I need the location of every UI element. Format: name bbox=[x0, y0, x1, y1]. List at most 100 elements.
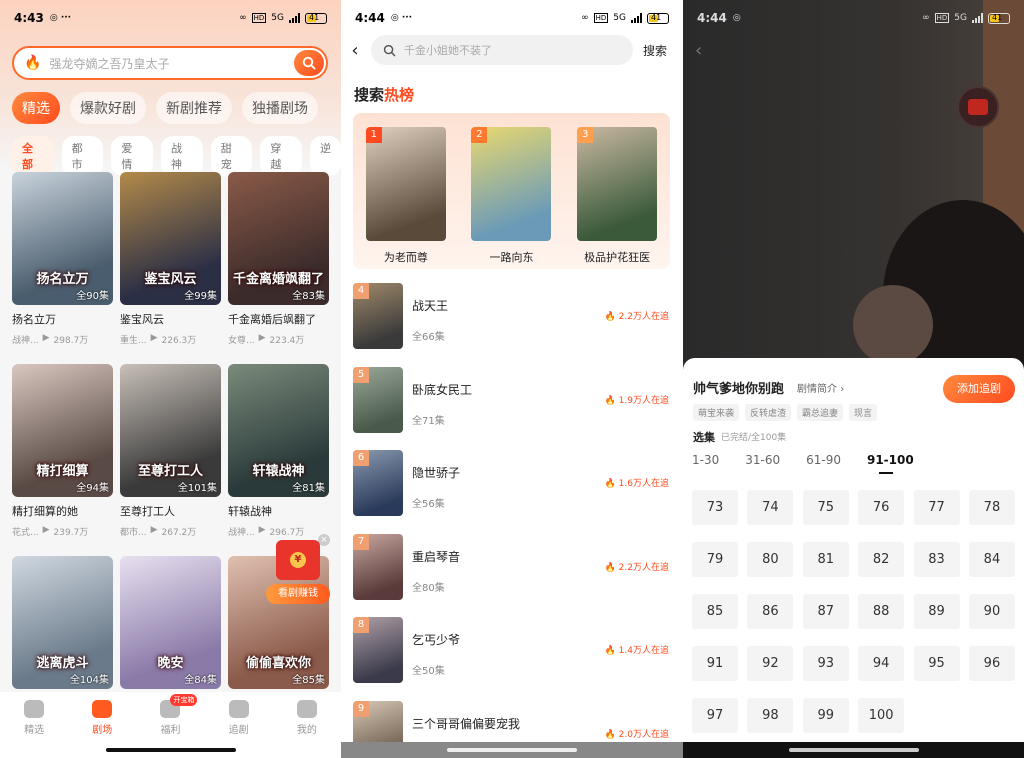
tab-0[interactable]: 精选 bbox=[12, 92, 60, 124]
back-icon[interactable]: ‹ bbox=[695, 40, 702, 61]
drama-poster[interactable]: 千金离婚飒翻了 全83集 bbox=[228, 172, 329, 305]
list-item[interactable]: 4 战天王 全66集 🔥 2.2万人在追 bbox=[353, 283, 671, 367]
battery-level: 41 bbox=[651, 12, 662, 22]
list-item[interactable]: 8 乞丐少爷 全50集 🔥 1.4万人在追 bbox=[353, 617, 671, 701]
top3-ranking: 1 为老而尊 2 一路向东 3 极品护花狂医 bbox=[353, 113, 670, 269]
search-submit-button[interactable]: 搜索 bbox=[643, 42, 667, 59]
episode-button[interactable]: 86 bbox=[747, 594, 794, 629]
drama-poster[interactable]: 6 bbox=[353, 450, 403, 516]
episode-button[interactable]: 82 bbox=[858, 542, 905, 577]
flame-icon: 🔥 bbox=[24, 55, 42, 71]
list-item[interactable]: 7 重启琴音 全80集 🔥 2.2万人在追 bbox=[353, 533, 671, 618]
episode-button[interactable]: 97 bbox=[692, 698, 738, 733]
episode-button[interactable]: 99 bbox=[802, 698, 849, 733]
list-item[interactable]: 6 隐世骄子 全56集 🔥 1.6万人在追 bbox=[353, 450, 671, 534]
tab-1[interactable]: 爆款好剧 bbox=[70, 92, 146, 124]
drama-card[interactable]: 千金离婚飒翻了 全83集千金离婚后飒翻了 女尊... ▶ 223.4万 bbox=[228, 172, 329, 354]
hd-icon: HD bbox=[251, 13, 267, 23]
rank-badge: 6 bbox=[353, 450, 369, 466]
tab-2[interactable]: 新剧推荐 bbox=[156, 92, 232, 124]
top-drama[interactable]: 2 一路向东 bbox=[471, 127, 552, 269]
top-drama[interactable]: 1 为老而尊 bbox=[365, 127, 446, 269]
drama-poster[interactable]: 2 bbox=[471, 127, 552, 241]
drama-poster[interactable]: 7 bbox=[353, 533, 403, 600]
drama-card[interactable]: 扬名立万 全90集 扬名立万 战神... ▶ 298.7万 bbox=[12, 172, 113, 354]
episode-button[interactable]: 98 bbox=[747, 698, 794, 733]
drama-poster[interactable]: 8 bbox=[353, 617, 403, 683]
episode-button[interactable]: 79 bbox=[692, 542, 738, 577]
nav-item-0[interactable]: 精选 bbox=[24, 700, 45, 758]
top-drama[interactable]: 3 极品护花狂医 bbox=[577, 127, 658, 269]
drama-poster[interactable]: 轩辕战神 全81集 bbox=[228, 364, 329, 497]
nav-item-4[interactable]: 我的 bbox=[296, 700, 317, 758]
drama-card[interactable]: 精打细算 全94集 精打细算的她 花式... ▶ 239.7万 bbox=[12, 364, 113, 546]
episode-button[interactable]: 95 bbox=[913, 646, 960, 681]
poster-title-art: 轩辕战神 bbox=[252, 464, 305, 479]
episode-button[interactable]: 81 bbox=[802, 542, 849, 577]
episode-button[interactable]: 89 bbox=[913, 594, 960, 629]
drama-card[interactable]: 轩辕战神 全81集 轩辕战神 战神... ▶ 296.7万 bbox=[228, 364, 329, 546]
range-tab[interactable]: 61-90 bbox=[806, 453, 841, 467]
search-button[interactable] bbox=[294, 50, 324, 76]
drama-poster[interactable]: 晚安 全84集 bbox=[120, 556, 221, 689]
add-follow-button[interactable]: 添加追剧 bbox=[943, 375, 1015, 403]
search-input[interactable]: 千金小姐她不装了 bbox=[371, 35, 633, 65]
drama-poster[interactable]: 扬名立万 全90集 bbox=[12, 172, 113, 305]
episode-button[interactable]: 93 bbox=[802, 646, 849, 681]
episode-button[interactable]: 92 bbox=[747, 646, 794, 681]
category-chip[interactable]: 逆 bbox=[310, 136, 341, 176]
episode-button[interactable]: 88 bbox=[858, 594, 905, 629]
episode-button[interactable]: 80 bbox=[747, 542, 794, 577]
drama-meta: 女尊... ▶ 223.4万 bbox=[228, 333, 329, 346]
episode-button[interactable]: 85 bbox=[692, 594, 738, 629]
drama-poster[interactable]: 5 bbox=[353, 366, 403, 433]
category-chip[interactable]: 穿越 bbox=[260, 136, 303, 176]
episode-button[interactable]: 91 bbox=[692, 646, 738, 681]
episode-button[interactable]: 100 bbox=[858, 698, 905, 733]
nav-label: 福利 bbox=[160, 725, 181, 736]
range-tab[interactable]: 1-30 bbox=[692, 453, 719, 467]
episode-button[interactable]: 78 bbox=[968, 490, 1015, 525]
red-packet-widget[interactable]: × ¥ 看剧赚钱 bbox=[266, 534, 330, 604]
category-chip[interactable]: 都市 bbox=[61, 136, 104, 176]
episode-button[interactable]: 87 bbox=[802, 594, 849, 629]
episode-button[interactable]: 74 bbox=[747, 490, 794, 525]
system-bar bbox=[341, 742, 683, 758]
drama-poster[interactable]: 1 bbox=[365, 127, 446, 241]
drama-poster[interactable]: 3 bbox=[577, 127, 658, 241]
episode-button[interactable]: 84 bbox=[968, 542, 1015, 577]
tab-3[interactable]: 独播剧场 bbox=[242, 92, 318, 124]
episode-button[interactable]: 83 bbox=[913, 542, 960, 577]
drama-card[interactable]: 至尊打工人 全101集 至尊打工人 都市... ▶ 267.2万 bbox=[120, 364, 221, 546]
episode-button[interactable]: 73 bbox=[692, 490, 738, 525]
plot-intro-link[interactable]: 剧情简介 › bbox=[797, 380, 844, 395]
search-bar[interactable]: 🔥 强龙夺嫡之吾乃皇太子 bbox=[12, 46, 328, 80]
episode-button[interactable]: 94 bbox=[858, 646, 905, 681]
drama-poster[interactable]: 4 bbox=[353, 283, 403, 349]
select-episode-label: 选集 bbox=[693, 431, 715, 444]
range-tab[interactable]: 91-100 bbox=[867, 453, 914, 474]
signal-icon bbox=[289, 13, 300, 23]
episode-button[interactable]: 96 bbox=[968, 646, 1015, 681]
episode-button[interactable]: 75 bbox=[802, 490, 849, 525]
rank-badge: 9 bbox=[353, 700, 369, 717]
list-item[interactable]: 5 卧底女民工 全71集 🔥 1.9万人在追 bbox=[353, 366, 671, 451]
back-icon[interactable]: ‹ bbox=[341, 40, 369, 61]
category-chip[interactable]: 全部 bbox=[12, 136, 54, 176]
red-packet-button[interactable] bbox=[957, 86, 999, 128]
drama-poster[interactable]: 精打细算 全94集 bbox=[12, 364, 113, 497]
drama-poster[interactable]: 至尊打工人 全101集 bbox=[120, 364, 221, 497]
episode-button[interactable]: 90 bbox=[968, 594, 1015, 629]
drama-poster[interactable]: 鉴宝风云 全99集 bbox=[120, 172, 221, 305]
system-bar bbox=[683, 742, 1024, 758]
category-chip[interactable]: 甜宠 bbox=[210, 136, 253, 176]
drama-poster[interactable]: 逃离虎斗 全104集 bbox=[12, 556, 113, 689]
category-chip[interactable]: 战神 bbox=[161, 136, 203, 176]
episode-button[interactable]: 76 bbox=[858, 490, 905, 525]
category-chip[interactable]: 爱情 bbox=[111, 136, 154, 176]
drama-title: 千金离婚后飒翻了 bbox=[228, 313, 316, 326]
range-tab[interactable]: 31-60 bbox=[745, 453, 780, 467]
drama-card[interactable]: 鉴宝风云 全99集 鉴宝风云 重生... ▶ 226.3万 bbox=[120, 172, 221, 354]
episode-button[interactable]: 77 bbox=[913, 490, 960, 525]
red-envelope-icon: ¥ bbox=[276, 540, 320, 580]
